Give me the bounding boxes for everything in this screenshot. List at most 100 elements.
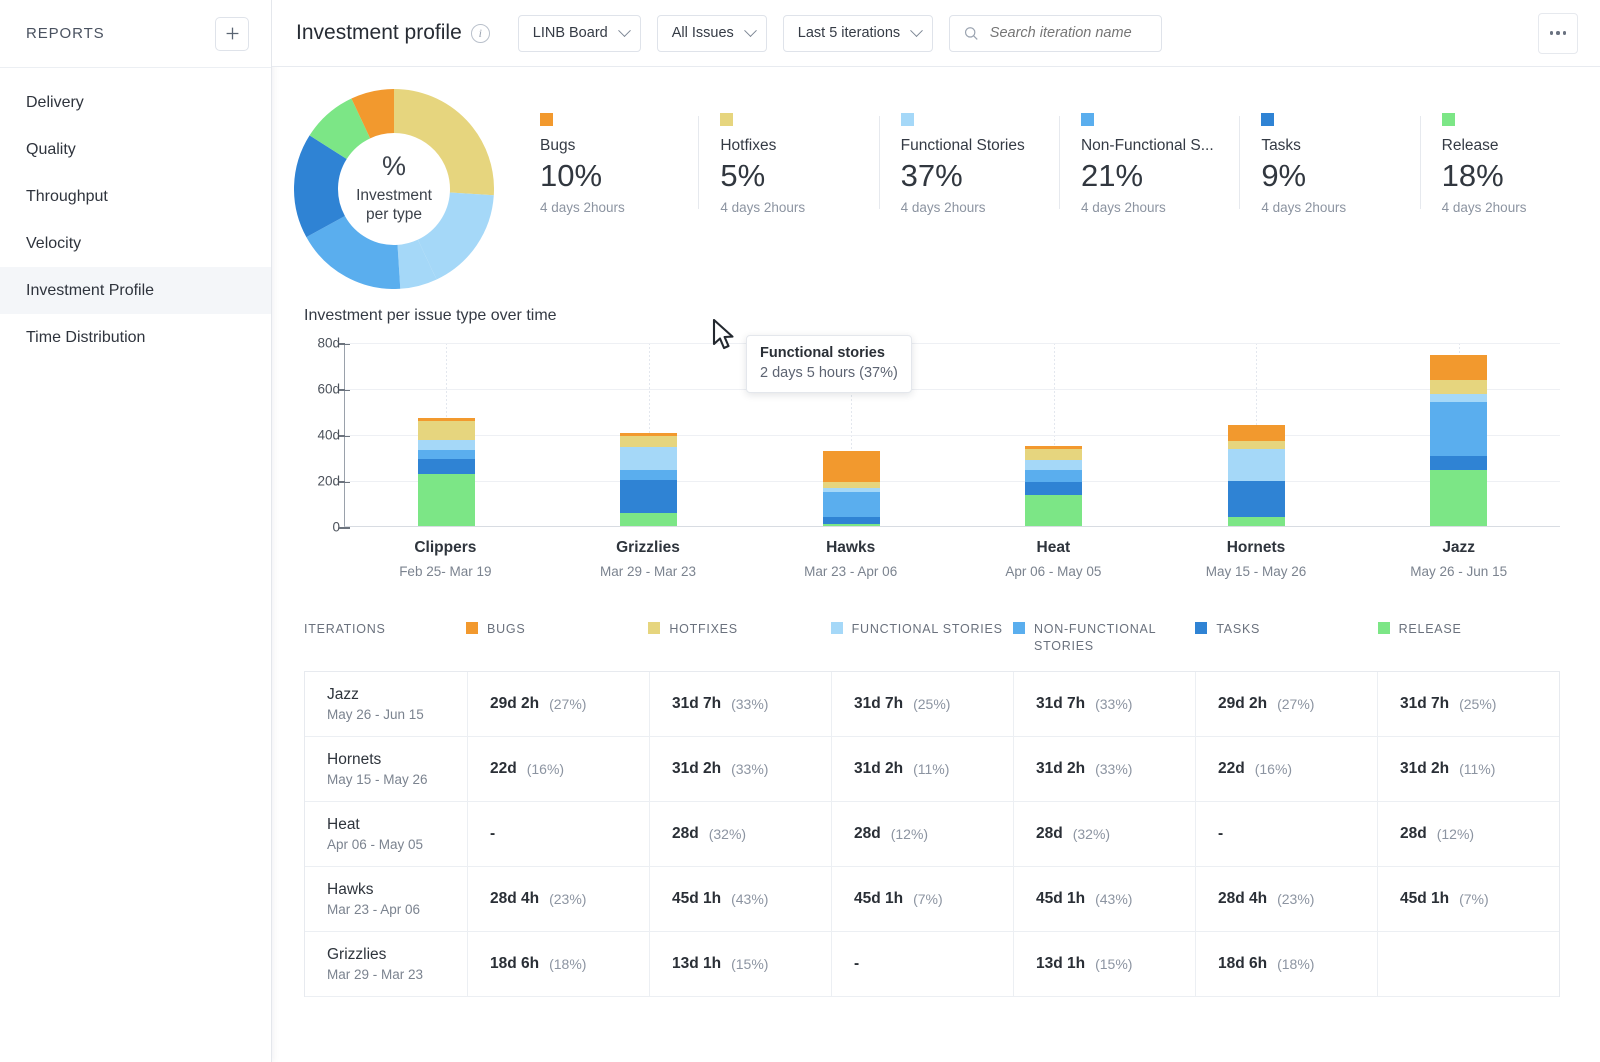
bar-segment[interactable] [417,474,475,526]
bar-segment[interactable] [1430,393,1488,402]
bar-segment[interactable] [1430,379,1488,394]
donut-segment[interactable] [306,215,401,289]
dot-icon [1562,31,1567,35]
bar-segment[interactable] [417,421,475,440]
issues-select[interactable]: All Issues [656,14,767,52]
bar-segment[interactable] [620,446,678,470]
stacked-bar[interactable] [1430,354,1488,526]
table-cell: - [831,931,1013,996]
stats-row: Bugs 10% 4 days 2hours Hotfixes 5% 4 days 2ho… [518,113,1600,215]
iteration-date-range: May 15 - May 26 [327,771,428,787]
search-box[interactable] [949,14,1163,52]
stat-name: Bugs [540,137,576,154]
sidebar-item-velocity[interactable]: Velocity [0,220,271,267]
bar-segment[interactable] [822,451,880,483]
bar-segment[interactable] [822,516,880,524]
stat-name: Tasks [1261,137,1301,154]
sidebar-header: REPORTS [0,0,271,68]
stat-value: 37% [900,158,963,193]
table-cell: 28d 4h (23%) [1195,866,1377,931]
more-options-button[interactable] [1538,12,1578,54]
column-label: ITERATIONS [304,622,386,636]
bar-segment[interactable] [822,491,880,517]
bar-segment[interactable] [1430,354,1488,380]
donut-segment[interactable] [417,191,494,280]
table-row[interactable]: Grizzlies Mar 29 - Mar 23 18d 6h (18%) 13d 1… [305,931,1559,997]
bar-segment[interactable] [1430,455,1488,470]
donut-segment[interactable] [294,135,348,238]
sidebar-item-time-distribution[interactable]: Time Distribution [0,314,271,361]
iterations-select[interactable]: Last 5 iterations [782,14,934,52]
add-report-button[interactable] [215,16,249,51]
bar-segment[interactable] [620,480,678,514]
main-content: Investment profile i LINB Board All Issu… [272,0,1600,1062]
donut-segment[interactable] [309,98,372,160]
bar-segment[interactable] [1227,440,1285,449]
table-cell: 22d (16%) [1195,736,1377,801]
bar-segment[interactable] [620,436,678,447]
table-row[interactable]: Hornets May 15 - May 26 22d (16%) 31d 2h (33%… [305,736,1559,802]
stacked-bar[interactable] [822,451,880,526]
bar-segment[interactable] [1025,448,1083,461]
stacked-bar[interactable] [620,432,678,526]
column-label: RELEASE [1398,622,1462,636]
donut-segment[interactable] [396,239,437,289]
sidebar-item-quality[interactable]: Quality [0,126,271,173]
cell-value: 31d 2h [854,759,904,777]
bar-segment[interactable] [417,450,475,460]
table-row[interactable]: Jazz May 26 - Jun 15 29d 2h (27%) 31d 7h (33%… [305,671,1559,737]
table-cell: 31d 2h (33%) [1013,736,1195,801]
cell-percent: (25%) [1459,695,1497,712]
iteration-cell: Hawks Mar 23 - Apr 06 [305,867,467,931]
column-label: HOTFIXES [669,622,738,636]
info-icon[interactable]: i [470,23,490,43]
table-cell: 13d 1h (15%) [649,931,831,996]
cell-percent: (16%) [1254,760,1293,777]
legend-swatch-icon [466,622,478,634]
donut-segment[interactable] [393,89,494,196]
cell-value: 45d 1h [854,889,904,907]
sidebar-item-investment-profile[interactable]: Investment Profile [0,267,271,314]
board-select[interactable]: LINB Board [517,14,641,52]
investment-donut-chart[interactable]: % Investment per type [294,89,494,289]
iteration-name: Heat [327,815,360,833]
iteration-date-range: Apr 06 - May 05 [327,836,424,852]
donut-segment[interactable] [351,89,395,139]
iteration-cell: Jazz May 26 - Jun 15 [305,672,467,736]
legend-swatch-icon [540,113,553,126]
bar-segment[interactable] [417,459,475,475]
legend-swatch-icon [1080,113,1094,126]
chevron-down-icon [910,23,924,37]
iterations-select-label: Last 5 iterations [797,25,901,41]
stacked-bar[interactable] [417,417,475,526]
bar-segment[interactable] [1025,482,1083,495]
column-label: TASKS [1216,622,1261,636]
cell-value: 31d 7h [854,694,904,712]
iteration-name: Grizzlies [327,945,387,963]
table-row[interactable]: Hawks Mar 23 - Apr 06 28d 4h (23%) 45d 1h (43… [305,866,1559,932]
bar-segment[interactable] [1227,424,1285,441]
bar-segment[interactable] [822,523,880,526]
bar-segment[interactable] [620,469,678,481]
bar-segment[interactable] [1227,481,1285,517]
cell-percent: (11%) [913,760,950,777]
table-cell: 18d 6h (18%) [1195,931,1377,996]
sidebar-item-throughput[interactable]: Throughput [0,173,271,220]
y-axis-tick-label: 0 [332,519,340,535]
bar-segment[interactable] [620,513,678,526]
bar-segment[interactable] [417,439,475,451]
bar-segment[interactable] [1430,469,1488,526]
bar-segment[interactable] [1025,469,1083,483]
cell-percent: (33%) [1095,760,1133,777]
table-row[interactable]: Heat Apr 06 - May 05 - 28d (32%) 28d (12%) 28d (… [305,801,1559,867]
bar-segment[interactable] [1227,448,1285,482]
bar-segment[interactable] [1227,516,1285,526]
bar-chart[interactable]: 0 20d 40d 60d 80d Clippers Feb 25- Mar 19 Griz… [296,336,1560,593]
sidebar-item-delivery[interactable]: Delivery [0,79,271,126]
bar-segment[interactable] [1430,401,1488,456]
stacked-bar[interactable] [1227,424,1285,526]
search-input[interactable] [989,25,1148,41]
bar-segment[interactable] [1025,494,1083,526]
bar-segment[interactable] [1025,460,1083,470]
stacked-bar[interactable] [1025,445,1083,526]
